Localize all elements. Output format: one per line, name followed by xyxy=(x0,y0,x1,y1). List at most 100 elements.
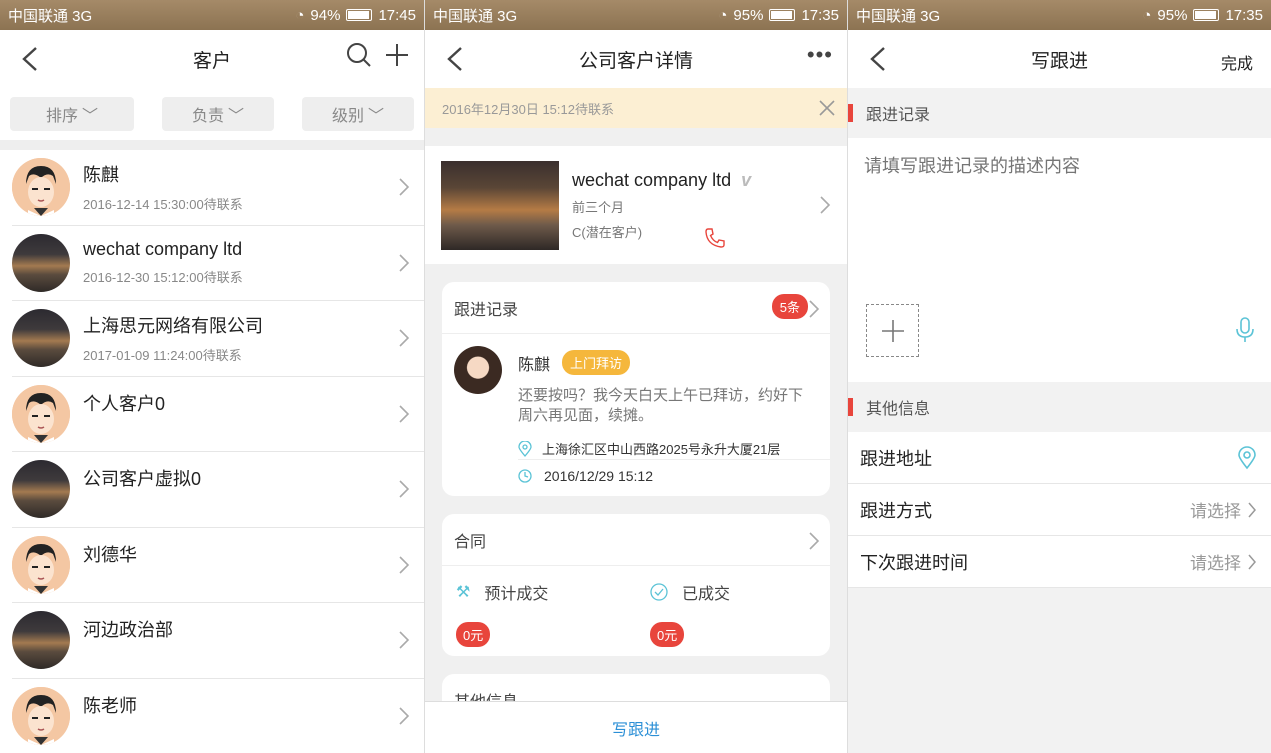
carrier-label: 中国联通 3G xyxy=(433,7,518,25)
company-time: 前三个月 xyxy=(572,199,625,215)
chevron-right-icon xyxy=(820,196,831,214)
battery-percent: 95% xyxy=(733,6,764,24)
clock-icon xyxy=(518,469,532,483)
nav-bar: 公司客户详情 ••• xyxy=(425,30,847,88)
chevron-down-icon: ﹀ xyxy=(228,108,245,125)
write-follow-up-button[interactable]: 写跟进 xyxy=(425,701,847,753)
add-icon[interactable] xyxy=(384,42,410,68)
expected-deal-value: 0元 xyxy=(456,622,491,647)
company-card[interactable]: wechat company ltd v 前三个月 C(潜在客户) xyxy=(425,146,847,264)
company-name: wechat company ltd xyxy=(572,169,732,190)
verified-icon: v xyxy=(741,169,752,190)
info-row-value-text: 请选择 xyxy=(1190,554,1241,573)
contract-header[interactable]: 合同 xyxy=(442,514,830,566)
nav-bar: 客户 xyxy=(0,30,424,88)
chevron-right-icon xyxy=(399,631,410,649)
sort-filter-button[interactable]: 排序 ﹀ xyxy=(10,97,134,131)
chevron-right-icon xyxy=(399,405,410,423)
customer-name: wechat company ltd xyxy=(83,239,243,260)
more-icon[interactable]: ••• xyxy=(807,42,833,68)
chevron-right-icon xyxy=(399,178,410,196)
chevron-right-icon xyxy=(809,532,820,550)
company-photo xyxy=(441,160,559,250)
search-icon[interactable] xyxy=(346,42,372,68)
info-row-label: 下次跟进时间 xyxy=(860,552,968,573)
customer-name: 陈老师 xyxy=(83,695,137,716)
customer-row[interactable]: 上海思元网络有限公司 2017-01-09 11:24:00待联系 xyxy=(12,301,424,377)
cartoon-face-icon xyxy=(12,686,70,745)
customer-name: 河边政治部 xyxy=(83,620,173,641)
closed-deal-value: 0元 xyxy=(650,622,685,647)
customer-row[interactable]: 个人客户0 xyxy=(12,377,424,452)
location-icon xyxy=(518,440,532,457)
chevron-right-icon xyxy=(399,329,410,347)
avatar xyxy=(12,309,70,368)
other-section-title: 其他信息 xyxy=(866,401,931,418)
wifi-icon: ◔ xyxy=(718,6,728,24)
clock: 17:45 xyxy=(378,6,416,24)
check-circle-icon xyxy=(650,583,668,601)
phone-icon[interactable] xyxy=(703,226,727,250)
customer-list-screen: 中国联通 3G ◔ 94% 17:45 客户 排序 ﹀ 负责 ﹀ 级别 ﹀ 陈麒 201… xyxy=(0,0,424,753)
customer-name: 个人客户0 xyxy=(83,393,166,414)
wifi-icon: ◔ xyxy=(295,6,305,24)
info-row[interactable]: 跟进方式 请选择 xyxy=(848,484,1271,536)
level-filter-button[interactable]: 级别 ﹀ xyxy=(302,97,414,131)
avatar xyxy=(12,158,70,217)
follow-up-card: 跟进记录 5条 陈麒 上门拜访 还要按吗？我今天白天上午已拜访，约好下周六再见面… xyxy=(442,282,830,496)
customer-row[interactable]: wechat company ltd 2016-12-30 15:12:00待联系 xyxy=(12,226,424,301)
back-icon[interactable] xyxy=(18,44,46,74)
chevron-down-icon: ﹀ xyxy=(82,108,99,125)
expected-deal-label: 预计成交 xyxy=(484,586,549,603)
close-icon[interactable] xyxy=(817,98,837,118)
cartoon-face-icon xyxy=(12,158,70,217)
customer-row[interactable]: 刘德华 xyxy=(12,528,424,603)
avatar xyxy=(12,686,70,745)
add-photo-button[interactable] xyxy=(866,304,919,357)
battery-percent: 95% xyxy=(1157,6,1188,24)
owner-filter-button[interactable]: 负责 ﹀ xyxy=(162,97,274,131)
chevron-right-icon xyxy=(399,480,410,498)
follow-up-person: 陈麒 xyxy=(518,356,551,374)
other-info-rows: 跟进地址跟进方式 请选择下次跟进时间 请选择 xyxy=(848,432,1271,588)
customer-row[interactable]: 陈麒 2016-12-14 15:30:00待联系 xyxy=(12,150,424,226)
page-title: 客户 xyxy=(192,50,231,72)
customer-status: 2016-12-14 15:30:00待联系 xyxy=(83,197,243,213)
info-row-label: 跟进地址 xyxy=(860,448,932,469)
customer-status: 2016-12-30 15:12:00待联系 xyxy=(83,270,243,286)
back-icon[interactable] xyxy=(443,44,471,74)
customer-row[interactable]: 河边政治部 xyxy=(12,603,424,679)
record-section-title: 跟进记录 xyxy=(866,107,931,124)
gavel-icon: ⚒ xyxy=(456,584,471,601)
customer-text: wechat company ltd 2016-12-30 15:12:00待联系 xyxy=(83,239,410,286)
avatar xyxy=(12,611,70,670)
divider xyxy=(0,140,424,150)
info-row[interactable]: 下次跟进时间 请选择 xyxy=(848,536,1271,588)
follow-up-time: 2016/12/29 15:12 xyxy=(544,468,653,484)
record-textarea[interactable] xyxy=(864,152,1254,292)
info-row[interactable]: 跟进地址 xyxy=(848,432,1271,484)
follow-up-header[interactable]: 跟进记录 5条 xyxy=(442,282,830,334)
customer-name: 上海思元网络有限公司 xyxy=(83,316,263,337)
nav-bar: 写跟进 完成 xyxy=(848,30,1271,88)
done-button[interactable]: 完成 xyxy=(1221,50,1253,74)
customer-name: 刘德华 xyxy=(83,544,137,565)
battery-percent: 94% xyxy=(310,6,341,24)
avatar xyxy=(12,535,70,594)
visit-type-tag: 上门拜访 xyxy=(562,350,631,375)
status-bar: 中国联通 3G ◔ 94% 17:45 xyxy=(0,0,424,30)
microphone-icon[interactable] xyxy=(1235,316,1255,344)
status-bar: 中国联通 3G ◔ 95% 17:35 xyxy=(425,0,847,30)
customer-row[interactable]: 公司客户虚拟0 xyxy=(12,452,424,528)
customer-status: 2017-01-09 11:24:00待联系 xyxy=(83,348,242,364)
battery-icon xyxy=(1193,9,1220,21)
clock: 17:35 xyxy=(801,6,839,24)
avatar xyxy=(12,233,70,292)
contract-title: 合同 xyxy=(454,533,487,551)
back-icon[interactable] xyxy=(866,44,894,74)
location-pin-icon[interactable] xyxy=(1237,445,1257,470)
cartoon-face-icon xyxy=(12,535,70,594)
battery-icon xyxy=(346,9,373,21)
customer-row[interactable]: 陈老师 xyxy=(12,679,424,753)
chevron-down-icon: ﹀ xyxy=(368,108,385,125)
